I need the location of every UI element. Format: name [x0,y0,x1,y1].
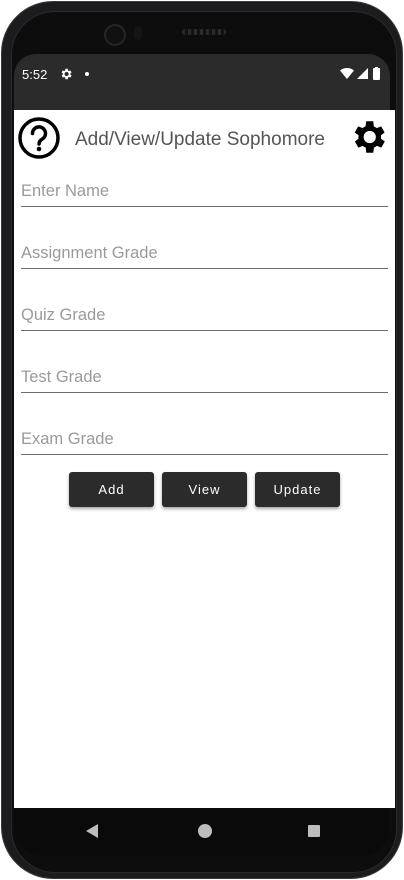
test-grade-field[interactable] [21,362,388,393]
assignment-grade-field[interactable] [21,238,388,269]
front-camera [104,24,126,46]
status-settings-icon [61,68,72,80]
home-circle-icon[interactable] [198,824,212,838]
notification-dot [85,72,89,76]
wifi-icon [340,67,354,79]
view-button[interactable]: View [162,472,247,507]
settings-gear-icon[interactable] [347,116,389,158]
add-button[interactable]: Add [69,472,154,507]
quiz-grade-field[interactable] [21,300,388,331]
status-icons [340,67,380,80]
back-triangle-icon[interactable] [86,824,98,838]
help-circle-icon[interactable] [17,116,61,160]
navigation-bar [14,808,390,856]
status-time: 5:52 [22,67,48,82]
name-field[interactable] [21,176,388,207]
phone-frame: 5:52 Add/View/Update Sophomore Add View [0,0,404,880]
battery-icon [373,68,380,80]
cell-signal-icon [357,68,368,79]
update-button[interactable]: Update [255,472,340,507]
app-screen: Add/View/Update Sophomore Add View Updat… [14,110,395,808]
recents-square-icon[interactable] [308,825,320,837]
earpiece-speaker [182,29,226,35]
page-title: Add/View/Update Sophomore [75,129,325,150]
sensor [134,26,142,40]
status-bar: 5:52 [14,54,390,110]
exam-grade-field[interactable] [21,424,388,455]
